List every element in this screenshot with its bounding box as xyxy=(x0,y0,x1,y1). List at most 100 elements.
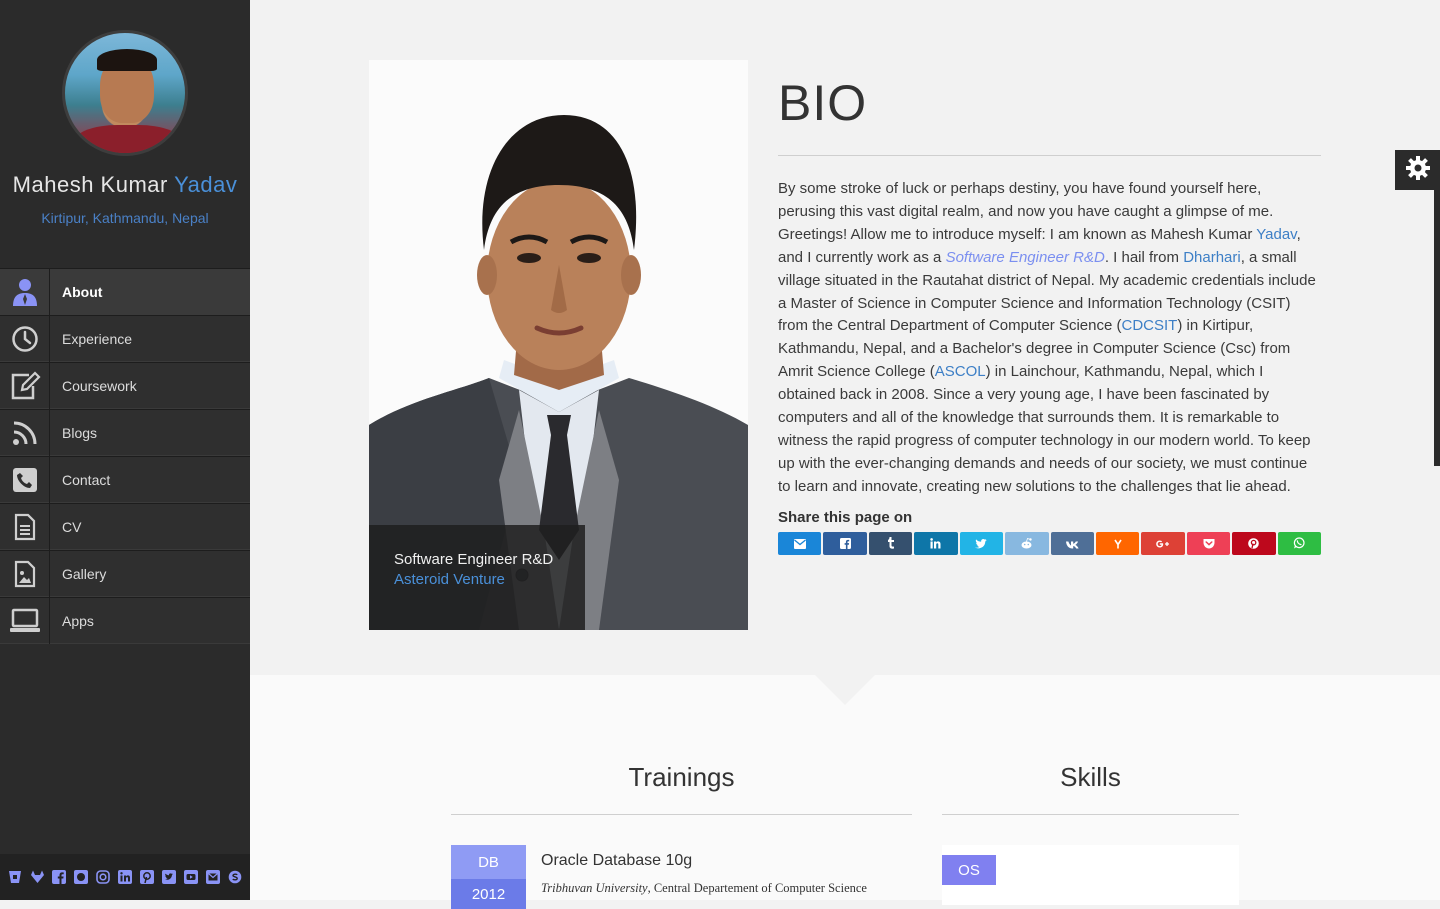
googleplus-icon xyxy=(1156,534,1170,553)
instagram-icon[interactable] xyxy=(95,870,112,885)
email-icon[interactable] xyxy=(205,870,222,885)
share-reddit-button[interactable] xyxy=(1005,531,1049,555)
pinterest-icon xyxy=(1248,534,1260,553)
training-year-badge: 2012 xyxy=(451,879,526,909)
edit-icon xyxy=(0,362,50,409)
sidebar-item-label: Coursework xyxy=(62,377,137,394)
role-link[interactable]: Software Engineer R&D xyxy=(946,249,1105,266)
training-name: Oracle Database 10g xyxy=(541,852,693,869)
skill-category-badge: OS xyxy=(942,855,996,885)
sidebar-item-cv[interactable]: CV xyxy=(0,503,250,550)
bio-text: By some stroke of luck or perhaps destin… xyxy=(778,178,1321,499)
tumblr-icon xyxy=(887,534,895,553)
bio-text-segment: By some stroke of luck or perhaps destin… xyxy=(778,180,1274,243)
clock-icon xyxy=(0,315,50,362)
bitbucket-icon[interactable] xyxy=(7,870,24,885)
hometown-link[interactable]: Dharhari xyxy=(1183,249,1241,266)
github-icon[interactable] xyxy=(73,870,90,885)
gitlab-icon[interactable] xyxy=(29,870,46,885)
rss-icon xyxy=(0,409,50,456)
reddit-icon xyxy=(1020,534,1033,553)
sidebar-item-label: About xyxy=(62,283,103,300)
pinterest-icon[interactable] xyxy=(139,870,156,885)
ascol-link[interactable]: ASCOL xyxy=(935,363,986,380)
bio-text-segment: ) in Lainchour, Kathmandu, Nepal, which … xyxy=(778,363,1311,495)
profile-first-name: Mahesh Kumar xyxy=(12,172,168,197)
sidebar-item-label: Experience xyxy=(62,330,133,347)
profile-photo: Software Engineer R&D Asteroid Venture xyxy=(369,60,748,630)
sidebar-item-label: Blogs xyxy=(62,424,98,441)
share-linkedin-button[interactable] xyxy=(914,531,958,555)
skills-divider xyxy=(942,814,1239,815)
twitter-icon[interactable] xyxy=(161,870,178,885)
gear-icon xyxy=(1405,155,1431,185)
pocket-icon xyxy=(1203,534,1215,553)
sidebar-item-label: Gallery xyxy=(62,565,107,582)
trainings-title: Trainings xyxy=(628,762,735,792)
vk-icon xyxy=(1065,534,1079,553)
share-hackernews-button[interactable] xyxy=(1095,531,1140,555)
laptop-icon xyxy=(0,597,50,644)
trainings-divider xyxy=(451,814,912,815)
phone-icon xyxy=(0,456,50,503)
share-facebook-button[interactable] xyxy=(823,531,867,555)
share-title: Share this page on xyxy=(778,508,913,526)
skype-icon[interactable] xyxy=(227,870,244,885)
twitter-icon xyxy=(975,534,988,553)
linkedin-icon xyxy=(930,534,941,553)
training-institution: Tribhuvan University, Central Departemen… xyxy=(541,881,867,896)
bio-heading: BIO xyxy=(778,75,868,131)
profile-name: Mahesh Kumar Yadav xyxy=(0,172,250,198)
social-links xyxy=(0,854,250,900)
document-icon xyxy=(0,503,50,550)
sidebar-item-label: CV xyxy=(62,518,82,535)
hackernews-icon xyxy=(1113,534,1123,553)
bio-text-segment: . I hail from xyxy=(1104,248,1184,266)
facebook-icon xyxy=(839,534,851,553)
cdcsit-link[interactable]: CDCSIT xyxy=(1121,317,1177,334)
sidebar-item-apps[interactable]: Apps xyxy=(0,597,250,644)
share-whatsapp-button[interactable] xyxy=(1277,531,1322,555)
profile-last-name: Yadav xyxy=(174,172,238,197)
bio-section: BIO By some stroke of luck or perhaps de… xyxy=(778,60,1322,555)
skills-title: Skills xyxy=(1060,762,1121,792)
share-twitter-button[interactable] xyxy=(959,531,1004,555)
share-email-button[interactable] xyxy=(778,531,822,555)
sidebar-item-contact[interactable]: Contact xyxy=(0,456,250,503)
photo-caption: Software Engineer R&D Asteroid Venture xyxy=(369,525,585,630)
sidebar-item-experience[interactable]: Experience xyxy=(0,315,250,362)
share-pinterest-button[interactable] xyxy=(1232,531,1276,555)
sidebar-item-gallery[interactable]: Gallery xyxy=(0,550,250,597)
scrollbar[interactable] xyxy=(1434,190,1440,466)
share-tumblr-button[interactable] xyxy=(868,531,913,555)
share-pocket-button[interactable] xyxy=(1186,531,1231,555)
share-googleplus-button[interactable] xyxy=(1141,531,1185,555)
training-category-badge: DB xyxy=(451,845,526,879)
image-icon xyxy=(0,550,50,597)
avatar[interactable] xyxy=(62,30,188,156)
sidebar-item-coursework[interactable]: Coursework xyxy=(0,362,250,409)
caption-company-link[interactable]: Asteroid Venture xyxy=(394,571,585,588)
sidebar: Mahesh Kumar Yadav Kirtipur, Kathmandu, … xyxy=(0,0,250,900)
sidebar-item-label: Apps xyxy=(62,612,94,629)
user-icon xyxy=(0,268,50,315)
share-buttons xyxy=(778,531,1322,555)
divider xyxy=(778,155,1321,156)
caption-title: Software Engineer R&D xyxy=(394,551,554,568)
training-university: Tribhuvan University xyxy=(541,881,648,895)
name-link[interactable]: Yadav xyxy=(1256,226,1296,243)
training-department: , Central Departement of Computer Scienc… xyxy=(647,881,867,895)
sidebar-nav: About Experience Coursework Blogs Contac… xyxy=(0,268,250,644)
facebook-icon[interactable] xyxy=(51,870,68,885)
email-icon xyxy=(793,534,806,553)
sidebar-item-label: Contact xyxy=(62,471,111,488)
linkedin-icon[interactable] xyxy=(117,870,134,885)
profile-location: Kirtipur, Kathmandu, Nepal xyxy=(41,210,209,226)
section-notch xyxy=(815,675,875,705)
youtube-icon[interactable] xyxy=(183,870,200,885)
whatsapp-icon xyxy=(1293,534,1305,553)
share-vk-button[interactable] xyxy=(1050,531,1094,555)
sidebar-item-about[interactable]: About xyxy=(0,268,250,315)
settings-button[interactable] xyxy=(1395,150,1440,190)
sidebar-item-blogs[interactable]: Blogs xyxy=(0,409,250,456)
